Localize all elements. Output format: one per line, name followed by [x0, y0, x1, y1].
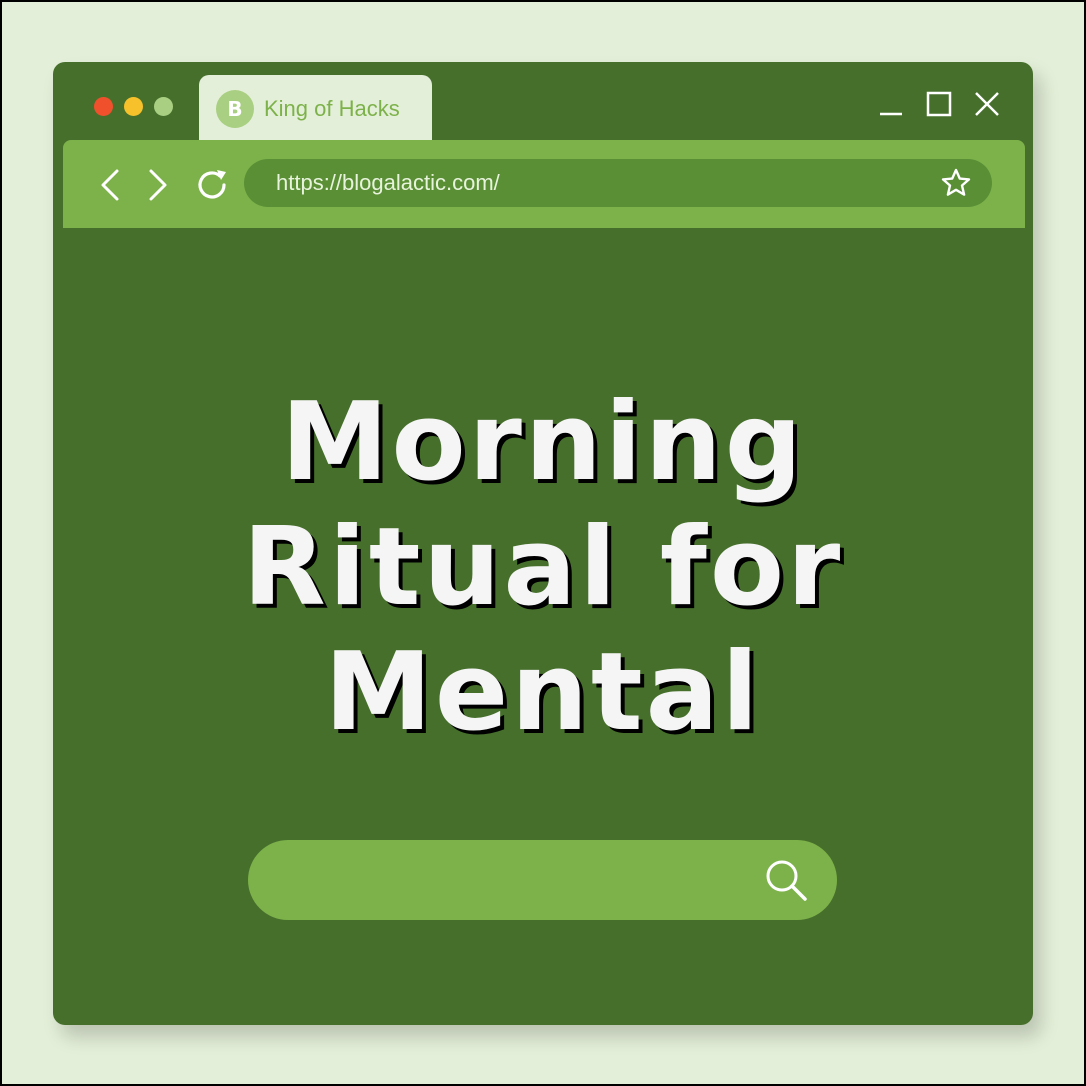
minimize-dot[interactable]	[124, 97, 143, 116]
traffic-lights	[94, 97, 173, 116]
browser-toolbar: https://blogalactic.com/	[63, 140, 1025, 228]
browser-tab[interactable]: B King of Hacks	[199, 75, 432, 142]
star-icon[interactable]	[940, 167, 972, 199]
maximize-dot[interactable]	[154, 97, 173, 116]
favicon-icon: B	[216, 89, 254, 128]
search-icon[interactable]	[763, 857, 809, 903]
close-dot[interactable]	[94, 97, 113, 116]
page-headline: Morning Ritual for Mental	[53, 380, 1033, 755]
address-bar[interactable]: https://blogalactic.com/	[244, 159, 992, 207]
maximize-icon[interactable]	[925, 90, 953, 118]
headline-line-1: Morning	[280, 380, 806, 505]
reload-icon[interactable]	[193, 166, 231, 204]
close-icon[interactable]	[973, 90, 1001, 118]
navigation-buttons	[95, 166, 231, 204]
headline-line-3: Mental	[324, 630, 762, 755]
address-url: https://blogalactic.com/	[276, 170, 500, 195]
search-bar[interactable]	[248, 840, 837, 920]
back-icon[interactable]	[95, 168, 127, 202]
forward-icon[interactable]	[141, 168, 173, 202]
browser-window: B King of Hacks https://blogalactic.com/…	[53, 62, 1033, 1025]
minimize-icon[interactable]	[877, 90, 905, 118]
headline-line-2: Ritual for	[242, 505, 844, 630]
window-controls	[877, 90, 1001, 118]
tab-title: King of Hacks	[264, 95, 400, 121]
